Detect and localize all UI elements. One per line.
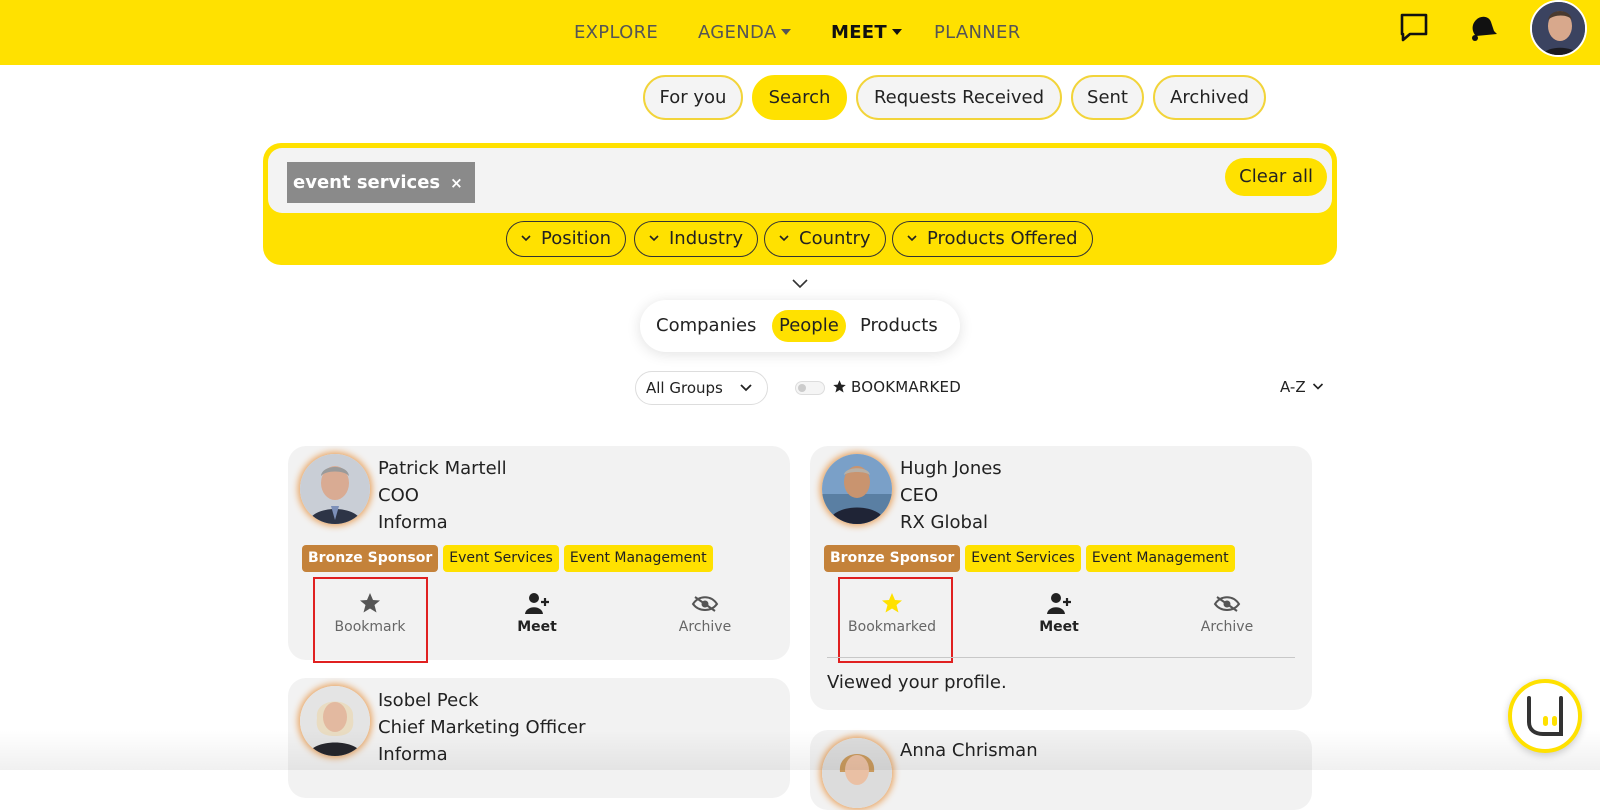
star-icon: [833, 380, 846, 393]
filter-industry-label: Industry: [669, 228, 744, 249]
highlight-box: [838, 577, 953, 663]
groups-select[interactable]: All Groups: [635, 371, 768, 405]
search-panel: event services × Clear all Position Indus…: [263, 143, 1337, 265]
highlight-box: [313, 577, 428, 663]
chevron-down-icon: [907, 235, 917, 242]
person-company: Informa: [378, 744, 448, 765]
eye-slash-icon: [1213, 596, 1241, 612]
person-card[interactable]: Isobel Peck Chief Marketing Officer Info…: [288, 678, 790, 798]
tab-for-you[interactable]: For you: [643, 75, 743, 120]
caret-down-icon: [781, 29, 792, 35]
filter-position[interactable]: Position: [506, 221, 627, 257]
avatar-portrait-icon: [1532, 2, 1585, 55]
groups-select-value: All Groups: [646, 379, 723, 397]
nav-meet[interactable]: MEET: [831, 22, 902, 43]
person-portrait-icon: [822, 738, 892, 808]
sort-select-value: A-Z: [1280, 378, 1306, 396]
chevron-down-icon: [649, 235, 659, 242]
sponsor-badge: Bronze Sponsor: [302, 545, 439, 572]
meet-button-label: Meet: [1039, 619, 1079, 635]
user-avatar[interactable]: [1530, 0, 1587, 57]
nav-meet-label: MEET: [831, 22, 887, 43]
tag: Event Management: [1085, 545, 1235, 572]
tab-search[interactable]: Search: [752, 75, 847, 120]
tab-requests-received[interactable]: Requests Received: [856, 75, 1062, 120]
filter-position-label: Position: [541, 228, 612, 249]
tab-sent[interactable]: Sent: [1071, 75, 1144, 120]
person-photo: [822, 738, 892, 808]
caret-down-icon: [891, 29, 902, 35]
meet-button[interactable]: Meet: [1009, 591, 1109, 635]
person-portrait-icon: [300, 454, 370, 524]
person-card[interactable]: Hugh Jones CEO RX Global Bronze Sponsor …: [810, 446, 1312, 710]
person-card[interactable]: Anna Chrisman: [810, 730, 1312, 810]
notification-bell-icon[interactable]: [1467, 11, 1499, 43]
activity-note: Viewed your profile.: [827, 672, 1007, 693]
nav-planner[interactable]: PLANNER: [934, 22, 1021, 43]
person-portrait-icon: [300, 686, 370, 756]
search-input[interactable]: event services × Clear all: [268, 148, 1332, 213]
bot-face-icon: [1527, 696, 1563, 736]
card-divider: [827, 657, 1295, 658]
chevron-down-icon: [1313, 383, 1324, 390]
eye-slash-icon: [691, 596, 719, 612]
filter-products-offered[interactable]: Products Offered: [892, 221, 1093, 257]
person-photo: [300, 454, 370, 524]
nav-explore[interactable]: EXPLORE: [574, 22, 658, 43]
top-bar: EXPLORE AGENDA MEET PLANNER: [0, 0, 1600, 65]
filter-country[interactable]: Country: [764, 221, 886, 257]
add-user-icon: [1047, 593, 1071, 614]
expand-chevron-icon[interactable]: [791, 277, 809, 289]
chevron-down-icon: [740, 384, 752, 392]
bookmarked-toggle-label: BOOKMARKED: [851, 378, 961, 396]
bottom-fade: [0, 730, 1600, 770]
segment-products[interactable]: Products: [853, 310, 945, 342]
meet-button[interactable]: Meet: [487, 591, 587, 635]
person-portrait-icon: [822, 454, 892, 524]
chat-icon[interactable]: [1398, 12, 1430, 44]
segment-companies[interactable]: Companies: [649, 310, 763, 342]
filter-country-label: Country: [799, 228, 871, 249]
chip-remove-icon[interactable]: ×: [450, 174, 463, 192]
person-tags: Bronze Sponsor Event Services Event Mana…: [824, 545, 1235, 572]
person-tags: Bronze Sponsor Event Services Event Mana…: [302, 545, 713, 572]
person-photo: [822, 454, 892, 524]
tab-archived[interactable]: Archived: [1153, 75, 1266, 120]
archive-button[interactable]: Archive: [655, 591, 755, 635]
clear-all-button[interactable]: Clear all: [1225, 158, 1327, 196]
sort-select[interactable]: A-Z: [1280, 378, 1324, 396]
person-name[interactable]: Hugh Jones: [900, 458, 1002, 479]
person-photo: [300, 686, 370, 756]
nav-agenda-label: AGENDA: [698, 22, 777, 43]
meet-button-label: Meet: [517, 619, 557, 635]
chevron-down-icon: [779, 235, 789, 242]
person-company: Informa: [378, 512, 448, 533]
add-user-icon: [525, 593, 549, 614]
chevron-down-icon: [521, 235, 531, 242]
result-type-switch: Companies People Products: [640, 300, 960, 352]
person-card[interactable]: Patrick Martell COO Informa Bronze Spons…: [288, 446, 790, 663]
tag: Event Services: [965, 545, 1081, 572]
bookmarked-toggle[interactable]: [795, 381, 825, 395]
person-role: Chief Marketing Officer: [378, 717, 586, 738]
filter-industry[interactable]: Industry: [634, 221, 759, 257]
search-chip-label: event services: [293, 172, 441, 193]
nav-agenda[interactable]: AGENDA: [698, 22, 792, 43]
person-role: CEO: [900, 485, 939, 506]
tag: Event Management: [563, 545, 713, 572]
person-company: RX Global: [900, 512, 988, 533]
search-chip: event services ×: [287, 162, 475, 203]
person-name[interactable]: Anna Chrisman: [900, 740, 1038, 761]
archive-button[interactable]: Archive: [1177, 591, 1277, 635]
segment-people[interactable]: People: [772, 310, 846, 342]
archive-button-label: Archive: [678, 619, 732, 635]
tag: Event Services: [443, 545, 559, 572]
person-name[interactable]: Patrick Martell: [378, 458, 507, 479]
person-name[interactable]: Isobel Peck: [378, 690, 479, 711]
filter-products-offered-label: Products Offered: [927, 228, 1078, 249]
sponsor-badge: Bronze Sponsor: [824, 545, 961, 572]
person-role: COO: [378, 485, 419, 506]
archive-button-label: Archive: [1200, 619, 1254, 635]
assistant-bot-button[interactable]: [1508, 679, 1582, 753]
